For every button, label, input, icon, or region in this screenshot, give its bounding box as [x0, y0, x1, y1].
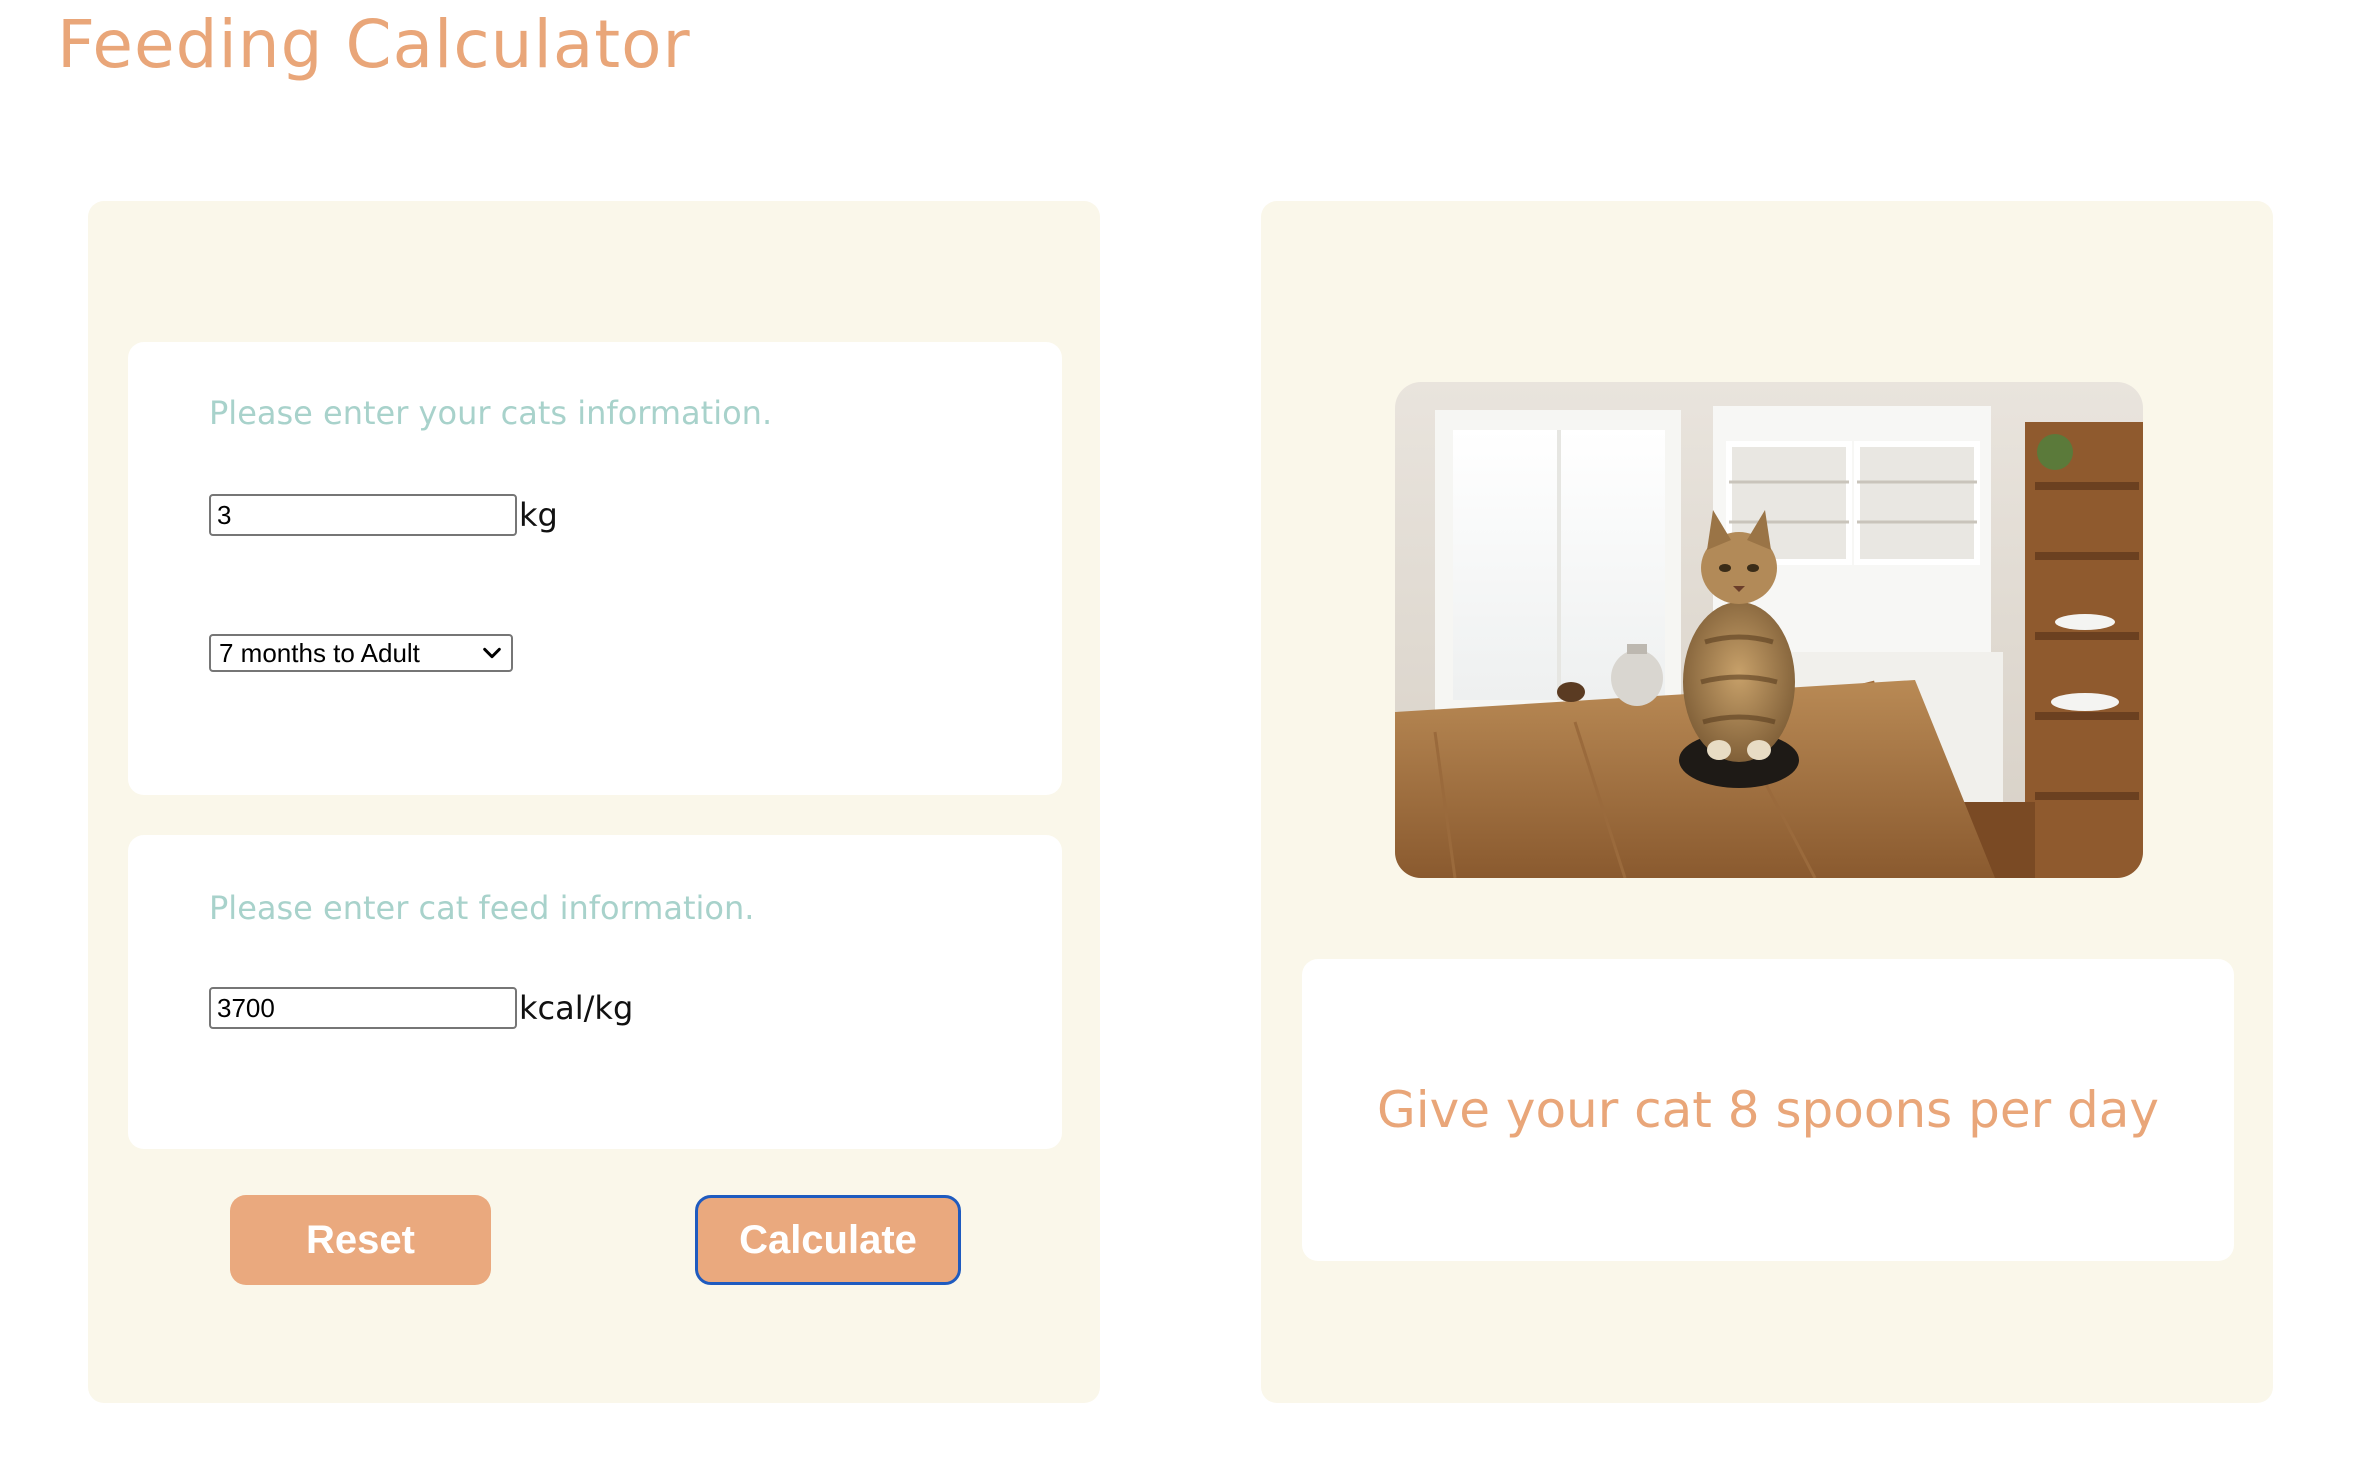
cat-photo — [1395, 382, 2143, 878]
page-title: Feeding Calculator — [57, 6, 691, 83]
age-select-value: 7 months to Adult — [219, 637, 420, 668]
calories-unit-label: kcal/kg — [519, 989, 634, 1027]
feed-info-card: Please enter cat feed information. kcal/… — [128, 835, 1062, 1149]
weight-input[interactable] — [209, 494, 517, 536]
weight-row: kg — [209, 494, 558, 536]
cat-info-card: Please enter your cats information. kg 7… — [128, 342, 1062, 795]
cat-on-table-image — [1395, 382, 2143, 878]
reset-button[interactable]: Reset — [230, 1195, 491, 1285]
calculate-button[interactable]: Calculate — [695, 1195, 961, 1285]
weight-unit-label: kg — [519, 496, 558, 534]
cat-info-prompt: Please enter your cats information. — [209, 394, 773, 432]
calories-row: kcal/kg — [209, 987, 633, 1029]
input-panel: Please enter your cats information. kg 7… — [88, 201, 1100, 1403]
age-select[interactable]: 7 months to Adult — [209, 634, 513, 672]
calories-input[interactable] — [209, 987, 517, 1029]
feed-info-prompt: Please enter cat feed information. — [209, 889, 755, 927]
result-text: Give your cat 8 spoons per day — [1376, 1081, 2160, 1139]
chevron-down-icon — [483, 647, 501, 659]
result-panel: Give your cat 8 spoons per day — [1261, 201, 2273, 1403]
result-card: Give your cat 8 spoons per day — [1302, 959, 2234, 1261]
